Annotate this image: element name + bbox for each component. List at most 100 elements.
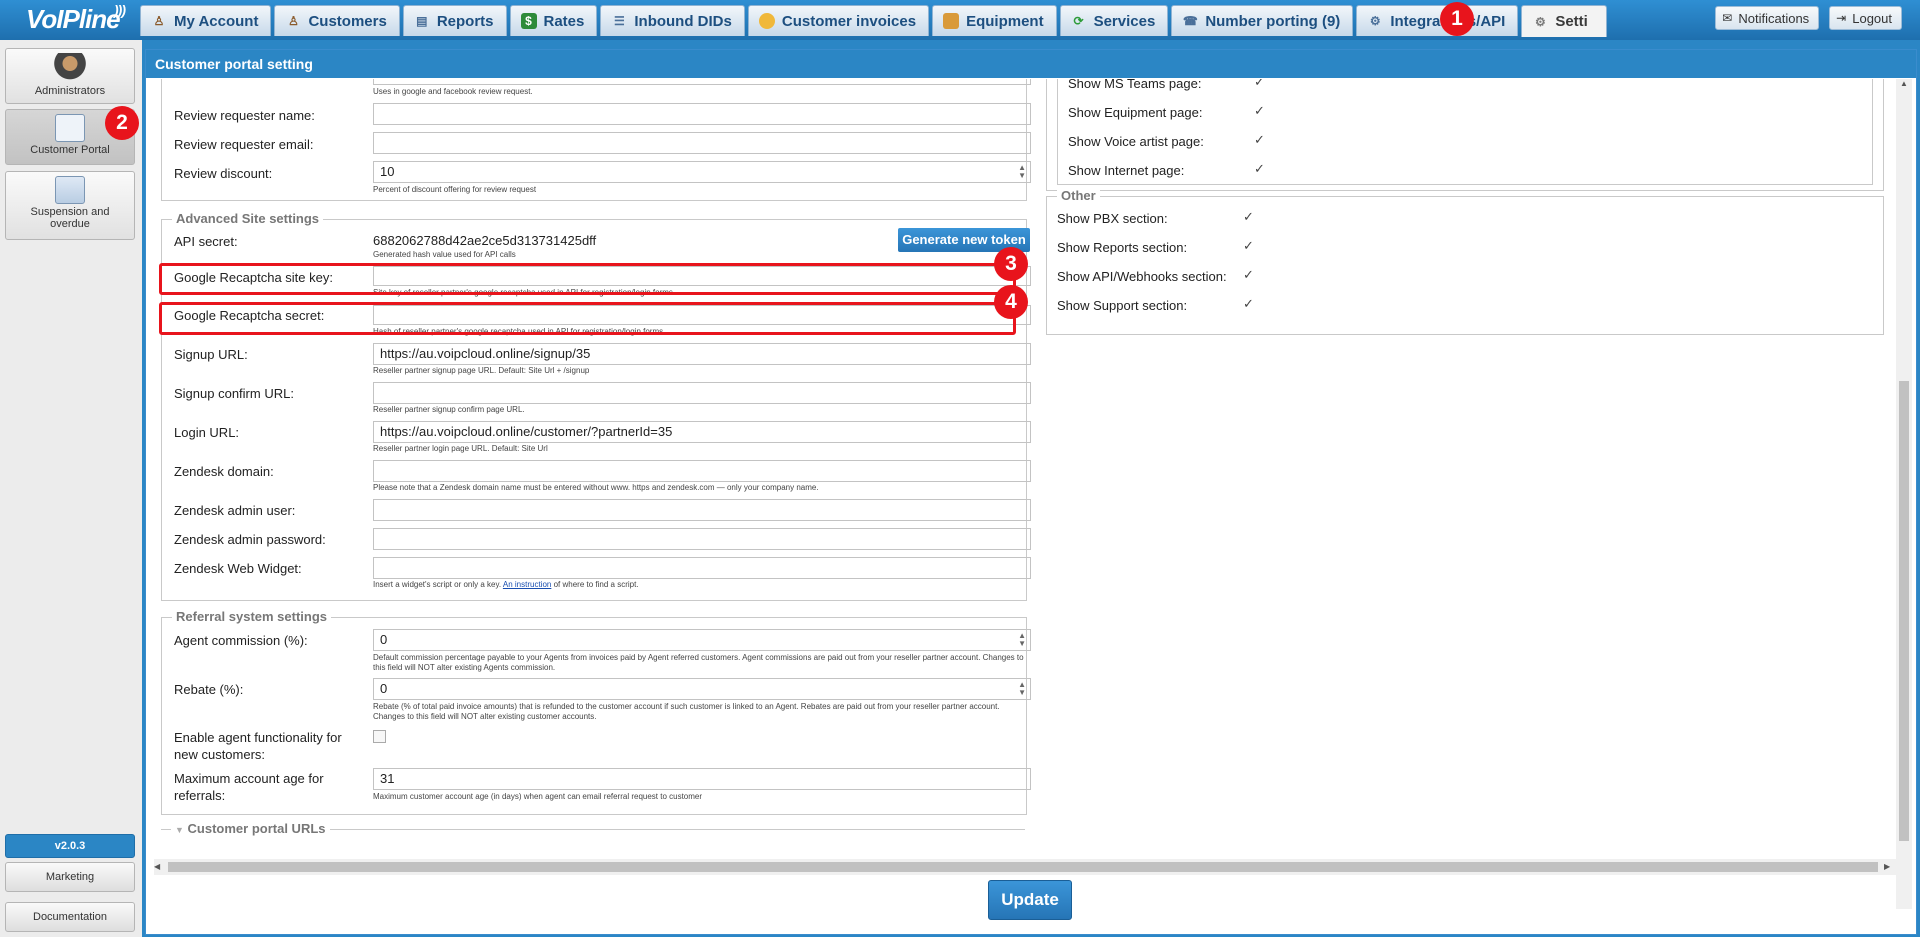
update-button[interactable]: Update — [988, 880, 1072, 920]
reports-icon: ▤ — [416, 14, 428, 28]
vertical-scroll-thumb[interactable] — [1899, 381, 1909, 841]
spinner-arrows-icon[interactable]: ▲ ▼ — [1018, 681, 1026, 697]
tab-my-account[interactable]: ♙ My Account — [140, 5, 272, 36]
collapse-triangle-icon: ▼ — [175, 825, 184, 835]
recaptcha-site-key-highlight — [159, 263, 1016, 295]
tab-equipment[interactable]: Equipment — [932, 5, 1057, 36]
zendesk-web-widget-input[interactable] — [373, 557, 1031, 579]
rebate-hint: Rebate (% of total paid invoice amounts)… — [373, 702, 1000, 721]
enable-agent-checkbox[interactable] — [373, 730, 386, 743]
show-support-checkbox[interactable]: ✓ — [1243, 297, 1255, 310]
rebate-input[interactable]: 0 ▲ ▼ — [373, 678, 1031, 700]
documentation-button[interactable]: Documentation — [5, 902, 135, 932]
rates-icon: $ — [520, 13, 537, 29]
review-requester-email-input[interactable] — [373, 132, 1031, 154]
widget-hint-text: Insert a widget's script or only a key. — [373, 580, 502, 589]
tab-services[interactable]: ⟳ Services — [1059, 5, 1169, 36]
portal-urls-legend-text: Customer portal URLs — [187, 821, 326, 836]
horizontal-scroll-thumb[interactable] — [168, 862, 1878, 872]
review-top-hint: Uses in google and facebook review reque… — [373, 87, 533, 96]
scroll-right-arrow-icon[interactable]: ▶ — [1884, 859, 1896, 875]
customer-portal-urls-legend[interactable]: ▼ Customer portal URLs — [171, 821, 330, 836]
notifications-button[interactable]: ✉ Notifications — [1715, 6, 1820, 30]
step-badge-1: 1 — [1440, 2, 1474, 36]
scroll-up-arrow-icon[interactable]: ▲ — [1896, 79, 1912, 93]
review-fieldset: Uses in google and facebook review reque… — [161, 79, 1031, 201]
widget-instruction-link[interactable]: An instruction — [503, 580, 551, 589]
top-right-actions: ✉ Notifications ⇥ Logout — [1715, 6, 1902, 30]
main-tabs: ♙ My Account ♙ Customers ▤ Reports $ Rates ☰… — [140, 5, 1608, 40]
spreadsheet-coins-icon — [55, 176, 85, 204]
zendesk-admin-password-label: Zendesk admin password: — [174, 532, 326, 547]
rebate-value: 0 — [380, 681, 388, 696]
zendesk-admin-user-input[interactable] — [373, 499, 1031, 521]
person-icon: ♙ — [153, 14, 165, 28]
max-account-age-hint: Maximum customer account age (in days) w… — [373, 792, 703, 801]
tab-customers[interactable]: ♙ Customers — [274, 5, 400, 36]
box-icon — [943, 13, 960, 29]
voipline-logo[interactable]: VoIPline))) — [26, 2, 126, 36]
zendesk-web-widget-label: Zendesk Web Widget: — [174, 561, 302, 576]
show-reports-checkbox[interactable]: ✓ — [1243, 239, 1255, 252]
review-requester-email-label: Review requester email: — [174, 137, 314, 152]
marketing-button[interactable]: Marketing — [5, 862, 135, 892]
sidebar-item-label: Administrators — [34, 85, 106, 97]
enable-agent-label: Enable agent functionality for new custo… — [174, 730, 342, 762]
logout-button[interactable]: ⇥ Logout — [1829, 6, 1902, 30]
zendesk-domain-input[interactable] — [373, 460, 1031, 482]
portal-window-icon — [55, 114, 85, 142]
widget-hint-text-end: of where to find a script. — [553, 580, 639, 589]
tab-customer-invoices[interactable]: Customer invoices — [747, 5, 930, 36]
signup-url-value: https://au.voipcloud.online/signup/35 — [380, 346, 591, 361]
tab-settings[interactable]: ⚙ Setti — [1521, 5, 1608, 37]
review-discount-input[interactable]: 10 ▲ ▼ — [373, 161, 1031, 183]
review-requester-name-input[interactable] — [373, 103, 1031, 125]
max-account-age-input[interactable]: 31 — [373, 768, 1031, 790]
review-discount-value: 10 — [380, 164, 395, 179]
phone-icon: ☎ — [1182, 14, 1198, 28]
tab-reports[interactable]: ▤ Reports — [402, 5, 507, 36]
show-api-webhooks-checkbox[interactable]: ✓ — [1243, 268, 1255, 281]
step-badge-3: 3 — [994, 247, 1028, 281]
scroll-left-arrow-icon[interactable]: ◀ — [154, 859, 166, 875]
signup-confirm-url-input[interactable] — [373, 382, 1031, 404]
agent-commission-value: 0 — [380, 632, 388, 647]
customer-portal-urls-section[interactable]: ▼ Customer portal URLs — [161, 821, 1025, 836]
show-internet-checkbox[interactable]: ✓ — [1254, 162, 1266, 175]
sidebar-item-label: Suspension and overdue — [30, 206, 110, 230]
agent-commission-label: Agent commission (%): — [174, 633, 308, 648]
step-badge-2: 2 — [105, 106, 139, 140]
review-page-url-input[interactable] — [373, 79, 1031, 85]
spinner-arrows-icon[interactable]: ▲ ▼ — [1018, 164, 1026, 180]
sidebar-item-administrators[interactable]: Administrators — [5, 48, 135, 104]
api-secret-label: API secret: — [174, 234, 238, 249]
review-requester-name-label: Review requester name: — [174, 108, 315, 123]
show-voice-artist-checkbox[interactable]: ✓ — [1254, 133, 1266, 146]
vertical-scrollbar[interactable]: ▲ — [1896, 79, 1912, 909]
envelope-icon: ✉ — [1722, 11, 1733, 25]
version-badge: v2.0.3 — [5, 834, 135, 858]
tab-integrations-api[interactable]: ⚙Integrations/API — [1356, 5, 1519, 36]
tab-number-porting[interactable]: ☎ Number porting (9) — [1171, 5, 1354, 36]
show-ms-teams-checkbox[interactable]: ✓ — [1254, 79, 1266, 88]
tab-rates[interactable]: $ Rates — [509, 5, 598, 36]
spinner-arrows-icon[interactable]: ▲ ▼ — [1018, 632, 1026, 648]
show-equipment-checkbox[interactable]: ✓ — [1254, 104, 1266, 117]
other-fieldset: Other Show PBX section: ✓ Show Reports s… — [1046, 188, 1884, 335]
customers-icon: ♙ — [288, 14, 299, 28]
sidebar-item-suspension-overdue[interactable]: Suspension and overdue — [5, 171, 135, 240]
advanced-site-settings-legend: Advanced Site settings — [172, 211, 324, 226]
agent-commission-input[interactable]: 0 ▲ ▼ — [373, 629, 1031, 651]
signup-confirm-url-label: Signup confirm URL: — [174, 386, 294, 401]
sidebar: Administrators Customer Portal Suspensio… — [0, 40, 142, 937]
list-icon: ☰ — [613, 14, 625, 28]
login-url-input[interactable]: https://au.voipcloud.online/customer/?pa… — [373, 421, 1031, 443]
show-pbx-checkbox[interactable]: ✓ — [1243, 210, 1255, 223]
signup-url-input[interactable]: https://au.voipcloud.online/signup/35 — [373, 343, 1031, 365]
zendesk-admin-password-input[interactable] — [373, 528, 1031, 550]
show-internet-label: Show Internet page: — [1068, 163, 1185, 178]
other-legend: Other — [1057, 188, 1100, 203]
tab-inbound-dids[interactable]: ☰ Inbound DIDs — [600, 5, 745, 36]
horizontal-scrollbar[interactable]: ◀ ▶ — [154, 859, 1896, 875]
customer-portal-panel: Customer portal setting Uses in google a… — [145, 49, 1917, 935]
